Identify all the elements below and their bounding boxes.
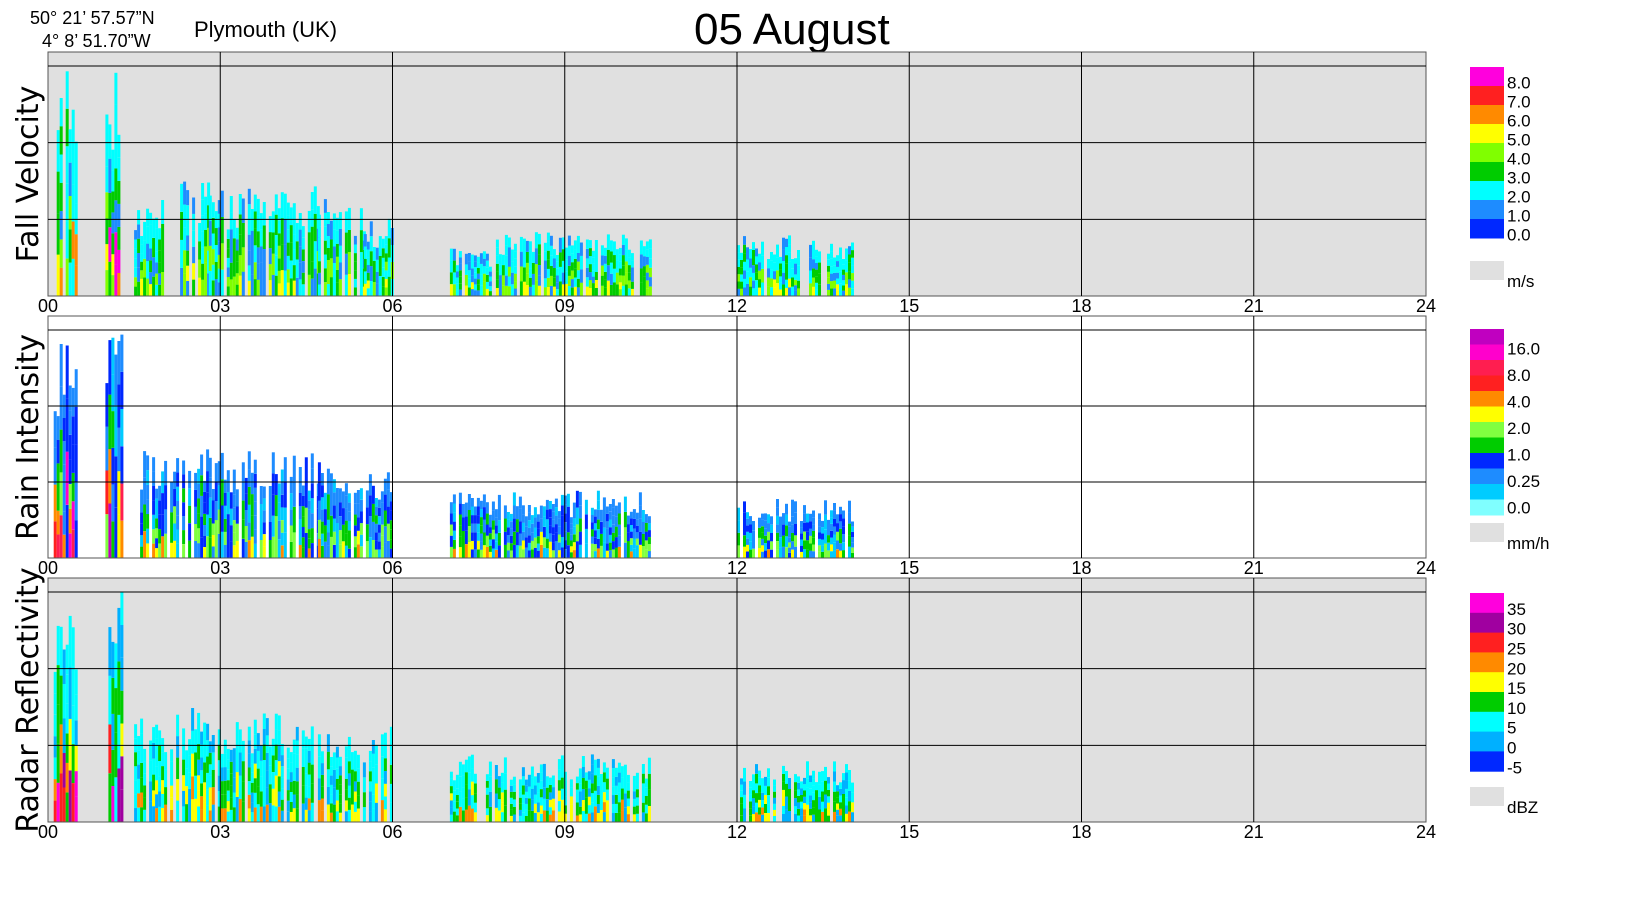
x-tick-24: 24 (1416, 558, 1436, 578)
colorbar-label: 0.0 (1507, 226, 1531, 245)
x-tick-18: 18 (1071, 296, 1091, 316)
colorbar-swatch (1470, 360, 1504, 376)
x-tick-15: 15 (899, 822, 919, 842)
colorbar-swatch (1470, 67, 1504, 87)
unit-label: m/s (1507, 272, 1534, 291)
x-tick-09: 09 (555, 822, 575, 842)
colorbar-swatch (1470, 329, 1504, 345)
colorbar-swatch (1470, 692, 1504, 713)
x-tick-03: 03 (210, 822, 230, 842)
colorbar-swatch (1470, 484, 1504, 500)
colorbar-swatch (1470, 731, 1504, 752)
colorbar-label: 0.0 (1507, 499, 1531, 518)
colorbar-label: 15 (1507, 679, 1526, 698)
colorbar: 35302520151050-5 dBZ (1470, 593, 1538, 817)
colorbar-swatch (1470, 632, 1504, 653)
colorbar-swatch (1470, 422, 1504, 438)
colorbar-swatch (1470, 406, 1504, 423)
colorbar-swatch (1470, 468, 1504, 485)
y-axis-label: Radar Reflectivity (11, 567, 46, 832)
colorbar-label: 10 (1507, 699, 1526, 718)
x-tick-12: 12 (727, 558, 747, 578)
colorbar-swatch (1470, 143, 1504, 163)
x-tick-21: 21 (1244, 822, 1264, 842)
x-tick-12: 12 (727, 296, 747, 316)
colorbar-label: 0 (1507, 739, 1516, 758)
colorbar: 16.0 8.0 4.0 2.0 1.0 0.25 0.0 mm/h (1470, 329, 1550, 553)
colorbar-label: 5 (1507, 719, 1516, 738)
colorbar-label: 1.0 (1507, 446, 1531, 465)
unit-label: dBZ (1507, 798, 1538, 817)
colorbar-label: 1.0 (1507, 207, 1531, 226)
colorbar-label: -5 (1507, 758, 1522, 777)
colorbar-swatch (1470, 124, 1504, 144)
no-data-swatch (1470, 523, 1504, 542)
x-tick-15: 15 (899, 558, 919, 578)
x-tick-24: 24 (1416, 822, 1436, 842)
x-tick-21: 21 (1244, 296, 1264, 316)
colorbar-swatch (1470, 105, 1504, 125)
y-axis-label: Fall Velocity (11, 86, 46, 263)
colorbar-swatch (1470, 375, 1504, 392)
panel-3: 00 03 06 09 12 15 18 21 24Radar Reflectivity 3530… (11, 567, 1538, 842)
colorbar-swatch (1470, 391, 1504, 407)
unit-label: mm/h (1507, 534, 1550, 553)
colorbar-swatch (1470, 162, 1504, 182)
x-tick-00: 00 (38, 296, 58, 316)
colorbar-swatch (1470, 612, 1504, 634)
x-tick-03: 03 (210, 296, 230, 316)
colorbar: 8.07.06.05.04.03.02.01.00.0 m/s (1470, 67, 1534, 291)
x-tick-24: 24 (1416, 296, 1436, 316)
colorbar-swatch (1470, 711, 1504, 733)
colorbar-label: 0.25 (1507, 472, 1540, 491)
no-data-swatch (1470, 261, 1504, 280)
colorbar-swatch (1470, 344, 1504, 361)
colorbar-label: 3.0 (1507, 169, 1531, 188)
colorbar-label: 4.0 (1507, 392, 1531, 411)
x-tick-06: 06 (382, 296, 402, 316)
colorbar-label: 8.0 (1507, 366, 1531, 385)
charts-canvas: 00 03 06 09 12 15 18 21 24Fall Velocity8.07.06.0… (11, 51, 1550, 842)
colorbar-label: 2.0 (1507, 188, 1531, 207)
colorbar-label: 25 (1507, 640, 1526, 659)
x-tick-18: 18 (1071, 822, 1091, 842)
colorbar-label: 30 (1507, 620, 1526, 639)
x-tick-03: 03 (210, 558, 230, 578)
colorbar-swatch (1470, 593, 1504, 614)
colorbar-label: 6.0 (1507, 112, 1531, 131)
colorbar-swatch (1470, 751, 1504, 772)
panel-1: 00 03 06 09 12 15 18 21 24 Fall Velocity 8.07.06.0… (11, 51, 1534, 316)
colorbar-swatch (1470, 200, 1504, 220)
colorbar-swatch (1470, 652, 1504, 673)
no-data-swatch (1470, 787, 1504, 806)
x-tick-12: 12 (727, 822, 747, 842)
x-tick-06: 06 (382, 558, 402, 578)
colorbar-swatch (1470, 86, 1504, 106)
colorbar-swatch (1470, 453, 1504, 469)
x-tick-18: 18 (1071, 558, 1091, 578)
colorbar-swatch (1470, 499, 1504, 516)
colorbar-swatch (1470, 181, 1504, 201)
colorbar-label: 20 (1507, 659, 1526, 678)
panel-2: 00 03 06 09 12 15 18 21 24Rain Intensity 16.08.04… (11, 315, 1550, 578)
x-tick-09: 09 (555, 558, 575, 578)
colorbar-label: 35 (1507, 600, 1526, 619)
x-tick-21: 21 (1244, 558, 1264, 578)
colorbar-label: 5.0 (1507, 131, 1531, 150)
x-tick-06: 06 (382, 822, 402, 842)
colorbar-label: 16.0 (1507, 339, 1540, 358)
colorbar-label: 8.0 (1507, 74, 1531, 93)
y-axis-label: Rain Intensity (11, 334, 46, 540)
colorbar-label: 4.0 (1507, 150, 1531, 169)
colorbar-label: 7.0 (1507, 93, 1531, 112)
colorbar-swatch (1470, 672, 1504, 693)
colorbar-swatch (1470, 437, 1504, 454)
colorbar-label: 2.0 (1507, 419, 1531, 438)
colorbar-swatch (1470, 219, 1504, 239)
x-tick-15: 15 (899, 296, 919, 316)
x-tick-09: 09 (555, 296, 575, 316)
